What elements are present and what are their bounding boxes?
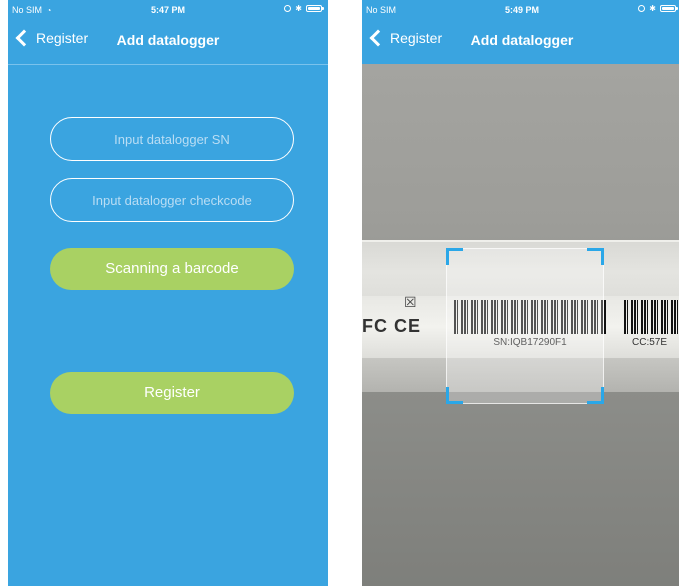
bluetooth-icon: ✱ bbox=[295, 4, 302, 13]
datalogger-checkcode-input[interactable]: Input datalogger checkcode bbox=[50, 178, 294, 222]
orientation-lock-icon bbox=[284, 5, 292, 12]
clock: 5:49 PM bbox=[504, 5, 539, 15]
battery-icon bbox=[660, 5, 678, 12]
frame-corner bbox=[587, 387, 604, 404]
camera-viewfinder: ☒ FC CE SN:IQB17290F1 CC:57E bbox=[362, 64, 679, 586]
battery-icon bbox=[306, 5, 324, 12]
frame-corner bbox=[446, 387, 463, 404]
datalogger-sn-input[interactable]: Input datalogger SN bbox=[50, 117, 294, 161]
bluetooth-icon: ✱ bbox=[649, 4, 656, 13]
secondary-barcode-image bbox=[624, 300, 679, 334]
weee-bin-icon: ☒ bbox=[404, 294, 417, 310]
page-title: Add datalogger bbox=[470, 32, 574, 48]
register-button[interactable]: Register bbox=[50, 372, 294, 414]
certification-marks: FC CE bbox=[362, 316, 421, 336]
navigation-bar: Register Add datalogger bbox=[362, 20, 679, 64]
clock: 5:47 PM bbox=[150, 5, 185, 15]
status-bar: No SIM 5:49 PM ✱ bbox=[362, 0, 679, 20]
orientation-lock-icon bbox=[638, 5, 646, 12]
frame-corner bbox=[446, 248, 463, 265]
frame-corner bbox=[587, 248, 604, 265]
navigation-bar: Register Add datalogger bbox=[8, 20, 328, 65]
add-datalogger-form-screen: No SIM ◔ 5:47 PM ✱ Register Add datalogg… bbox=[8, 0, 328, 586]
status-bar: No SIM ◔ 5:47 PM ✱ bbox=[8, 0, 328, 20]
page-title: Add datalogger bbox=[116, 32, 220, 48]
scan-frame bbox=[446, 248, 604, 404]
scan-barcode-button[interactable]: Scanning a barcode bbox=[50, 248, 294, 290]
barcode-scanner-screen: ☒ FC CE SN:IQB17290F1 CC:57E No SIM 5:49… bbox=[362, 0, 679, 586]
checkcode-partial-text: CC:57E bbox=[632, 337, 668, 348]
